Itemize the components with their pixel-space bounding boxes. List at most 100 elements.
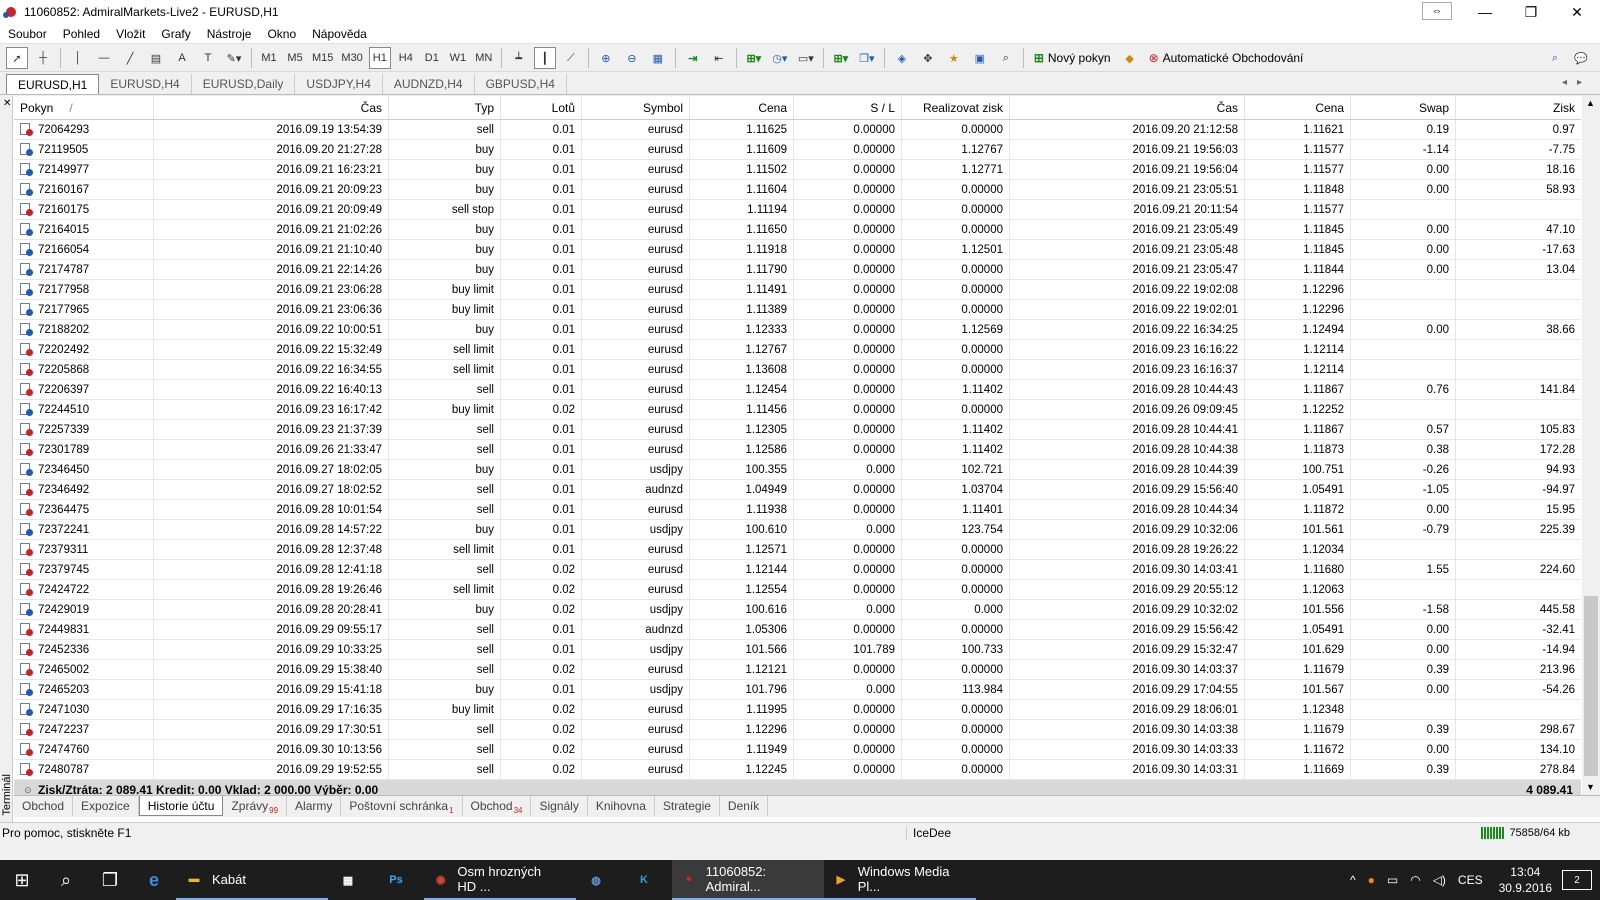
taskbar-app-kbs[interactable]: K <box>624 860 672 900</box>
minimize-button[interactable]: — <box>1462 0 1508 24</box>
column-header-sl[interactable]: S / L <box>794 96 902 119</box>
taskbar-app-folder[interactable]: ▬ Kabát <box>176 860 328 900</box>
table-row[interactable]: 72177965 2016.09.21 23:06:36 buy limit 0.01… <box>14 300 1581 320</box>
table-row[interactable]: 72164015 2016.09.21 21:02:26 buy 0.01 eurusd… <box>14 220 1581 240</box>
show-hidden-icons-icon[interactable]: ^ <box>1350 873 1356 887</box>
terminal-tab-4[interactable]: Alarmy <box>287 796 342 816</box>
notifications-icon[interactable]: 2 <box>1562 870 1592 890</box>
profiles-icon[interactable]: ❐▾ <box>856 47 878 69</box>
menu-help[interactable]: Nápověda <box>304 27 375 41</box>
chart-tab-usdjpy-h4[interactable]: USDJPY,H4 <box>295 74 383 94</box>
table-row[interactable]: 72149977 2016.09.21 16:23:21 buy 0.01 eurusd… <box>14 160 1581 180</box>
clock[interactable]: 13:04 30.9.2016 <box>1499 864 1552 896</box>
task-view-icon[interactable]: ❐ <box>88 860 132 900</box>
avast-icon[interactable]: ● <box>1368 873 1375 887</box>
column-header-price[interactable]: Cena <box>690 96 794 119</box>
terminal-tab-2[interactable]: Historie účtu <box>138 796 224 816</box>
market-watch-icon[interactable]: ★ <box>943 47 965 69</box>
cursor-icon[interactable]: ➚ <box>6 47 28 69</box>
column-header-close-time[interactable]: Čas <box>1010 96 1245 119</box>
autotrading-button[interactable]: ⊗ Automatické Obchodování <box>1145 47 1308 69</box>
table-row[interactable]: 72174787 2016.09.21 22:14:26 buy 0.01 eurusd… <box>14 260 1581 280</box>
table-row[interactable]: 72346492 2016.09.27 18:02:52 sell 0.01 audnz… <box>14 480 1581 500</box>
terminal-tab-0[interactable]: Obchod <box>14 796 74 816</box>
candlestick-icon[interactable]: ┃ <box>533 47 556 69</box>
language-indicator[interactable]: CES <box>1458 873 1483 887</box>
table-row[interactable]: 72257339 2016.09.23 21:37:39 sell 0.01 eurus… <box>14 420 1581 440</box>
trendline-icon[interactable]: ╱ <box>119 47 141 69</box>
vertical-line-icon[interactable]: │ <box>67 47 89 69</box>
scroll-up-icon[interactable]: ▲ <box>1586 98 1595 108</box>
taskbar-app-store[interactable]: ▦ <box>328 860 376 900</box>
terminal-tab-5[interactable]: Poštovní schránka 1 <box>341 796 463 816</box>
text-label-icon[interactable]: T <box>197 47 219 69</box>
text-icon[interactable]: A <box>171 47 193 69</box>
shapes-dropdown-icon[interactable]: ✎▾ <box>223 47 245 69</box>
vertical-scrollbar[interactable]: ▲ ▼ <box>1582 96 1600 796</box>
zoom-out-icon[interactable]: ⊖ <box>621 47 643 69</box>
terminal-tab-6[interactable]: Obchod 34 <box>463 796 532 816</box>
table-row[interactable]: 72471030 2016.09.29 17:16:35 buy limit 0.02… <box>14 700 1581 720</box>
maximize-button[interactable]: ❐ <box>1508 0 1554 24</box>
column-header-swap[interactable]: Swap <box>1351 96 1456 119</box>
start-button[interactable]: ⊞ <box>0 860 44 900</box>
column-header-tp[interactable]: Realizovat zisk <box>902 96 1010 119</box>
table-row[interactable]: 72379311 2016.09.28 12:37:48 sell limit 0.0… <box>14 540 1581 560</box>
timeframe-w1[interactable]: W1 <box>447 47 469 69</box>
table-row[interactable]: 72206397 2016.09.22 16:40:13 sell 0.01 eurus… <box>14 380 1581 400</box>
table-row[interactable]: 72177958 2016.09.21 23:06:28 buy limit 0.01… <box>14 280 1581 300</box>
column-header-open-time[interactable]: Čas <box>154 96 389 119</box>
column-header-profit[interactable]: Zisk <box>1456 96 1581 119</box>
tile-windows-icon[interactable]: ▦ <box>647 47 669 69</box>
close-button[interactable]: ✕ <box>1554 0 1600 24</box>
chat-icon[interactable]: 💬 <box>1570 47 1592 69</box>
table-row[interactable]: 72452336 2016.09.29 10:33:25 sell 0.01 usdjp… <box>14 640 1581 660</box>
bar-chart-icon[interactable]: ┷ <box>508 47 530 69</box>
new-chart-icon[interactable]: ⊞▾ <box>830 47 852 69</box>
menu-charts[interactable]: Grafy <box>153 27 198 41</box>
timeframe-h1[interactable]: H1 <box>368 47 391 69</box>
restore-layout-icon[interactable]: ⇔ <box>1422 2 1452 20</box>
table-row[interactable]: 72301789 2016.09.26 21:33:47 sell 0.01 eurus… <box>14 440 1581 460</box>
terminal-tab-3[interactable]: Zprávy 99 <box>223 796 288 816</box>
horizontal-line-icon[interactable]: — <box>93 47 115 69</box>
tab-scroll-arrows-icon[interactable]: ◂▸ <box>1562 77 1592 88</box>
menu-view[interactable]: Pohled <box>55 27 108 41</box>
table-row[interactable]: 72064293 2016.09.19 13:54:39 sell 0.01 eurus… <box>14 120 1581 140</box>
table-row[interactable]: 72474760 2016.09.30 10:13:56 sell 0.02 eurus… <box>14 740 1581 760</box>
taskbar-app-chrome[interactable]: ◉ Osm hrozných HD ... <box>424 860 576 900</box>
chart-tab-gbpusd-h4[interactable]: GBPUSD,H4 <box>475 74 567 94</box>
channel-icon[interactable]: ▤ <box>145 47 167 69</box>
table-row[interactable]: 72449831 2016.09.29 09:55:17 sell 0.01 audnz… <box>14 620 1581 640</box>
timeframe-h4[interactable]: H4 <box>395 47 417 69</box>
table-row[interactable]: 72465002 2016.09.29 15:38:40 sell 0.02 eurus… <box>14 660 1581 680</box>
table-row[interactable]: 72379745 2016.09.28 12:41:18 sell 0.02 eurus… <box>14 560 1581 580</box>
table-row[interactable]: 72166054 2016.09.21 21:10:40 buy 0.01 eurusd… <box>14 240 1581 260</box>
scroll-thumb[interactable] <box>1584 596 1598 776</box>
chart-tab-eurusd-h1[interactable]: EURUSD,H1 <box>6 74 100 94</box>
menu-tools[interactable]: Nástroje <box>199 27 260 41</box>
table-row[interactable]: 72346450 2016.09.27 18:02:05 buy 0.01 usdjpy… <box>14 460 1581 480</box>
table-row[interactable]: 72364475 2016.09.28 10:01:54 sell 0.01 eurus… <box>14 500 1581 520</box>
timeframe-m1[interactable]: M1 <box>258 47 280 69</box>
timeframe-m5[interactable]: M5 <box>284 47 306 69</box>
terminal-tab-7[interactable]: Signály <box>531 796 588 816</box>
volume-icon[interactable]: ◁) <box>1433 873 1446 887</box>
column-header-type[interactable]: Typ <box>389 96 501 119</box>
chart-shift-icon[interactable]: ⇤ <box>708 47 730 69</box>
table-row[interactable]: 72160167 2016.09.21 20:09:23 buy 0.01 eurusd… <box>14 180 1581 200</box>
tester-icon[interactable]: ⌕ <box>995 47 1017 69</box>
timeframe-m15[interactable]: M15 <box>310 47 335 69</box>
terminal-tab-9[interactable]: Strategie <box>655 796 720 816</box>
close-terminal-icon[interactable]: ✕ <box>3 98 11 109</box>
navigator-icon[interactable]: ✥ <box>917 47 939 69</box>
table-row[interactable]: 72160175 2016.09.21 20:09:49 sell stop 0.01… <box>14 200 1581 220</box>
new-order-button[interactable]: ⊞ Nový pokyn <box>1030 47 1115 69</box>
table-row[interactable]: 72188202 2016.09.22 10:00:51 buy 0.01 eurusd… <box>14 320 1581 340</box>
data-window-icon[interactable]: ◈ <box>891 47 913 69</box>
status-connection[interactable]: 75858/64 kb <box>1481 826 1570 839</box>
metaeditor-icon[interactable]: ◆ <box>1119 47 1141 69</box>
templates-icon[interactable]: ▭▾ <box>795 47 817 69</box>
autoscroll-icon[interactable]: ⇥ <box>682 47 704 69</box>
column-header-close-price[interactable]: Cena <box>1245 96 1351 119</box>
